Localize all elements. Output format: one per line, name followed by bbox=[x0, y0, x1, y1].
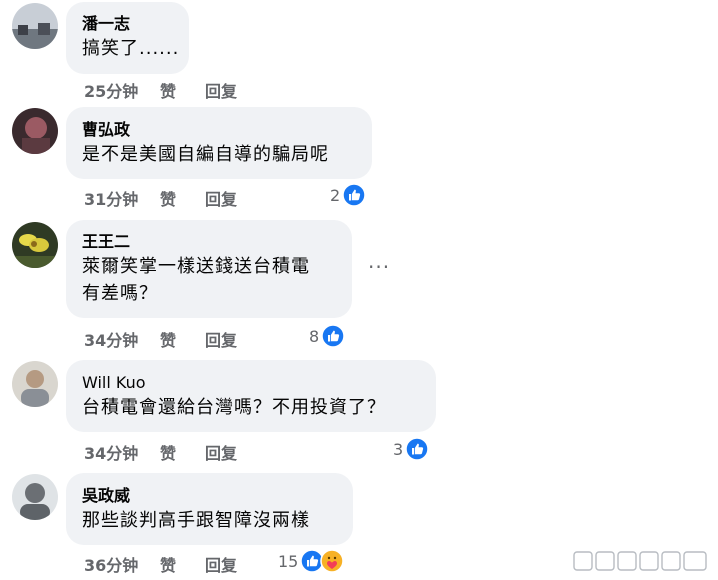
avatar-image bbox=[12, 222, 58, 268]
avatar-image bbox=[12, 361, 58, 407]
avatar[interactable] bbox=[12, 222, 58, 268]
comment-time[interactable]: 34分钟 bbox=[84, 327, 160, 351]
reaction-count: 15 bbox=[278, 551, 299, 571]
reaction-summary[interactable]: 3 bbox=[393, 437, 429, 461]
reaction-count: 3 bbox=[393, 439, 404, 459]
watermark-logo bbox=[573, 551, 707, 571]
reaction-summary[interactable]: 15 bbox=[278, 549, 344, 573]
comment-actions: 36分钟赞回复 bbox=[84, 552, 237, 576]
reply-button[interactable]: 回复 bbox=[205, 186, 237, 210]
like-button[interactable]: 赞 bbox=[160, 552, 205, 576]
reply-button[interactable]: 回复 bbox=[205, 327, 237, 351]
reply-button[interactable]: 回复 bbox=[205, 552, 237, 576]
like-reaction-icon bbox=[342, 183, 366, 207]
avatar-image bbox=[12, 474, 58, 520]
avatar[interactable] bbox=[12, 361, 58, 407]
comment-text: 是不是美國自編自導的騙局呢 bbox=[82, 144, 329, 165]
comment-bubble: 吳政威 那些談判高手跟智障沒兩樣 bbox=[66, 473, 353, 545]
comment-time[interactable]: 31分钟 bbox=[84, 186, 160, 210]
avatar-image bbox=[12, 108, 58, 154]
like-button[interactable]: 赞 bbox=[160, 327, 205, 351]
comment-bubble: 王王二 萊爾笑掌一樣送錢送台積電 有差嗎？ bbox=[66, 220, 352, 318]
comment-time[interactable]: 36分钟 bbox=[84, 552, 160, 576]
more-options-button[interactable]: ··· bbox=[368, 255, 390, 279]
avatar-image bbox=[12, 3, 58, 49]
comment-actions: 34分钟赞回复 bbox=[84, 440, 237, 464]
reaction-summary[interactable]: 8 bbox=[309, 324, 345, 348]
comment-bubble: 潘一志 搞笑了...... bbox=[66, 2, 189, 74]
reply-button[interactable]: 回复 bbox=[205, 440, 237, 464]
avatar[interactable] bbox=[12, 108, 58, 154]
reaction-summary[interactable]: 2 bbox=[330, 183, 366, 207]
comment-text-line-2: 有差嗎？ bbox=[82, 283, 158, 304]
comment-text: 台積電會還給台灣嗎？不用投資了？ bbox=[82, 397, 386, 418]
commenter-name[interactable]: 潘一志 bbox=[82, 13, 173, 35]
care-reaction-icon bbox=[320, 549, 344, 573]
comment-bubble: Will Kuo 台積電會還給台灣嗎？不用投資了？ bbox=[66, 360, 436, 432]
reaction-count: 2 bbox=[330, 185, 341, 205]
commenter-name[interactable]: 曹弘政 bbox=[82, 119, 356, 141]
like-button[interactable]: 赞 bbox=[160, 186, 205, 210]
comment-time[interactable]: 34分钟 bbox=[84, 440, 160, 464]
like-reaction-icon bbox=[321, 324, 345, 348]
avatar[interactable] bbox=[12, 3, 58, 49]
reaction-count: 8 bbox=[309, 326, 320, 346]
commenter-name[interactable]: Will Kuo bbox=[82, 372, 420, 394]
like-button[interactable]: 赞 bbox=[160, 440, 205, 464]
avatar[interactable] bbox=[12, 474, 58, 520]
comment-text: 萊爾笑掌一樣送錢送台積電 bbox=[82, 256, 310, 277]
reply-button[interactable]: 回复 bbox=[205, 78, 237, 102]
like-button[interactable]: 赞 bbox=[160, 78, 205, 102]
comment-time[interactable]: 25分钟 bbox=[84, 78, 160, 102]
commenter-name[interactable]: 吳政威 bbox=[82, 485, 337, 507]
comment-text: 搞笑了...... bbox=[82, 38, 180, 59]
comment-actions: 25分钟赞回复 bbox=[84, 78, 237, 102]
commenter-name[interactable]: 王王二 bbox=[82, 231, 336, 253]
comment-bubble: 曹弘政 是不是美國自編自導的騙局呢 bbox=[66, 107, 372, 179]
like-reaction-icon bbox=[405, 437, 429, 461]
comment-actions: 34分钟赞回复 bbox=[84, 327, 237, 351]
comment-text: 那些談判高手跟智障沒兩樣 bbox=[82, 510, 310, 531]
comment-actions: 31分钟赞回复 bbox=[84, 186, 237, 210]
